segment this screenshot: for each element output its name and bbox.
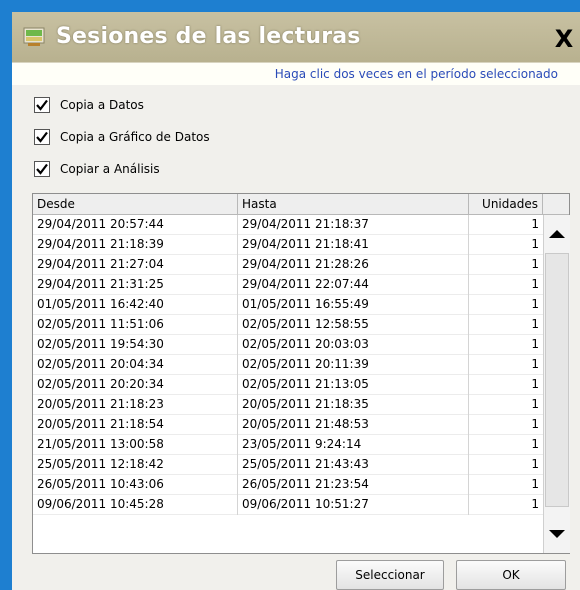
cell-desde: 29/04/2011 20:57:44 bbox=[33, 215, 238, 235]
hint-text: Haga clic dos veces en el período selecc… bbox=[274, 67, 558, 81]
option-label: Copia a Datos bbox=[60, 98, 144, 112]
column-header-desde[interactable]: Desde bbox=[33, 194, 238, 214]
scroll-up-button[interactable] bbox=[544, 221, 570, 247]
option-label: Copiar a Análisis bbox=[60, 162, 160, 176]
cell-desde: 02/05/2011 19:54:30 bbox=[33, 335, 238, 355]
cell-unidades: 1 bbox=[531, 477, 539, 491]
cell-unidades: 1 bbox=[531, 237, 539, 251]
table-row[interactable]: 29/04/2011 20:57:44 29/04/2011 21:18:37 1 bbox=[33, 215, 543, 235]
cell-hasta: 29/04/2011 21:18:37 bbox=[238, 215, 469, 235]
cell-hasta: 02/05/2011 12:58:55 bbox=[238, 315, 469, 335]
table-row[interactable]: 02/05/2011 19:54:30 02/05/2011 20:03:03 1 bbox=[33, 335, 543, 355]
column-header-hasta[interactable]: Hasta bbox=[238, 194, 469, 214]
table-body: 29/04/2011 20:57:44 29/04/2011 21:18:37 1 2… bbox=[33, 215, 543, 515]
table-header: Desde Hasta Unidades bbox=[33, 194, 569, 215]
cell-unidades: 1 bbox=[531, 357, 539, 371]
close-button[interactable]: X bbox=[550, 26, 578, 52]
cell-unidades: 1 bbox=[531, 297, 539, 311]
cell-desde: 21/05/2011 13:00:58 bbox=[33, 435, 238, 455]
option-copy-analysis[interactable]: Copiar a Análisis bbox=[34, 159, 160, 179]
table-row[interactable]: 21/05/2011 13:00:58 23/05/2011 9:24:14 1 bbox=[33, 435, 543, 455]
cell-desde: 02/05/2011 20:04:34 bbox=[33, 355, 238, 375]
cell-hasta: 29/04/2011 21:18:41 bbox=[238, 235, 469, 255]
checkbox-copy-chart[interactable] bbox=[34, 129, 50, 145]
cell-hasta: 25/05/2011 21:43:43 bbox=[238, 455, 469, 475]
vertical-scrollbar[interactable] bbox=[543, 215, 570, 553]
cell-unidades: 1 bbox=[531, 317, 539, 331]
table-row[interactable]: 02/05/2011 20:20:34 02/05/2011 21:13:05 1 bbox=[33, 375, 543, 395]
cell-hasta: 09/06/2011 10:51:27 bbox=[238, 495, 469, 515]
table-row[interactable]: 01/05/2011 16:42:40 01/05/2011 16:55:49 1 bbox=[33, 295, 543, 315]
scroll-down-button[interactable] bbox=[544, 521, 570, 547]
sessions-table[interactable]: Desde Hasta Unidades 29/04/2011 20:57:44… bbox=[32, 193, 570, 554]
checkbox-copy-data[interactable] bbox=[34, 97, 50, 113]
hint-bar: Haga clic dos veces en el período selecc… bbox=[12, 62, 580, 85]
cell-hasta: 02/05/2011 21:13:05 bbox=[238, 375, 469, 395]
cell-hasta: 29/04/2011 21:28:26 bbox=[238, 255, 469, 275]
checkmark-icon bbox=[36, 99, 48, 111]
cell-desde: 20/05/2011 21:18:54 bbox=[33, 415, 238, 435]
scroll-thumb[interactable] bbox=[545, 253, 569, 507]
title-bar[interactable]: Sesiones de las lecturas X bbox=[12, 12, 580, 62]
cell-hasta: 20/05/2011 21:18:35 bbox=[238, 395, 469, 415]
cell-unidades: 1 bbox=[531, 417, 539, 431]
cell-hasta: 26/05/2011 21:23:54 bbox=[238, 475, 469, 495]
window-title: Sesiones de las lecturas bbox=[56, 24, 361, 49]
cell-desde: 20/05/2011 21:18:23 bbox=[33, 395, 238, 415]
cell-hasta: 23/05/2011 9:24:14 bbox=[238, 435, 469, 455]
table-row[interactable]: 09/06/2011 10:45:28 09/06/2011 10:51:27 1 bbox=[33, 495, 543, 515]
option-label: Copia a Gráfico de Datos bbox=[60, 130, 210, 144]
cell-desde: 09/06/2011 10:45:28 bbox=[33, 495, 238, 515]
table-row[interactable]: 20/05/2011 21:18:54 20/05/2011 21:48:53 1 bbox=[33, 415, 543, 435]
cell-desde: 29/04/2011 21:31:25 bbox=[33, 275, 238, 295]
dialog-window: Sesiones de las lecturas X Haga clic dos… bbox=[12, 12, 580, 590]
cell-unidades: 1 bbox=[531, 397, 539, 411]
cell-desde: 01/05/2011 16:42:40 bbox=[33, 295, 238, 315]
arrow-up-icon bbox=[549, 230, 565, 238]
cell-unidades: 1 bbox=[531, 377, 539, 391]
cell-desde: 02/05/2011 11:51:06 bbox=[33, 315, 238, 335]
cell-desde: 26/05/2011 10:43:06 bbox=[33, 475, 238, 495]
cell-hasta: 01/05/2011 16:55:49 bbox=[238, 295, 469, 315]
cell-desde: 02/05/2011 20:20:34 bbox=[33, 375, 238, 395]
cell-desde: 25/05/2011 12:18:42 bbox=[33, 455, 238, 475]
table-row[interactable]: 02/05/2011 20:04:34 02/05/2011 20:11:39 1 bbox=[33, 355, 543, 375]
table-row[interactable]: 29/04/2011 21:31:25 29/04/2011 22:07:44 1 bbox=[33, 275, 543, 295]
table-row[interactable]: 29/04/2011 21:27:04 29/04/2011 21:28:26 1 bbox=[33, 255, 543, 275]
table-row[interactable]: 25/05/2011 12:18:42 25/05/2011 21:43:43 1 bbox=[33, 455, 543, 475]
cell-hasta: 02/05/2011 20:11:39 bbox=[238, 355, 469, 375]
cell-hasta: 02/05/2011 20:03:03 bbox=[238, 335, 469, 355]
cell-hasta: 29/04/2011 22:07:44 bbox=[238, 275, 469, 295]
arrow-down-icon bbox=[549, 530, 565, 538]
table-row[interactable]: 20/05/2011 21:18:23 20/05/2011 21:18:35 1 bbox=[33, 395, 543, 415]
cell-unidades: 1 bbox=[531, 277, 539, 291]
cell-unidades: 1 bbox=[531, 257, 539, 271]
ok-button[interactable]: OK bbox=[456, 560, 566, 590]
checkmark-icon bbox=[36, 163, 48, 175]
select-button[interactable]: Seleccionar bbox=[336, 560, 444, 590]
cell-unidades: 1 bbox=[531, 437, 539, 451]
table-row[interactable]: 26/05/2011 10:43:06 26/05/2011 21:23:54 1 bbox=[33, 475, 543, 495]
cell-desde: 29/04/2011 21:27:04 bbox=[33, 255, 238, 275]
cell-desde: 29/04/2011 21:18:39 bbox=[33, 235, 238, 255]
option-copy-chart[interactable]: Copia a Gráfico de Datos bbox=[34, 127, 210, 147]
cell-unidades: 1 bbox=[531, 457, 539, 471]
cell-unidades: 1 bbox=[531, 337, 539, 351]
checkmark-icon bbox=[36, 131, 48, 143]
app-icon bbox=[23, 27, 45, 46]
option-copy-data[interactable]: Copia a Datos bbox=[34, 95, 144, 115]
table-row[interactable]: 29/04/2011 21:18:39 29/04/2011 21:18:41 1 bbox=[33, 235, 543, 255]
cell-unidades: 1 bbox=[531, 497, 539, 511]
table-row[interactable]: 02/05/2011 11:51:06 02/05/2011 12:58:55 1 bbox=[33, 315, 543, 335]
column-header-unidades[interactable]: Unidades bbox=[469, 194, 543, 214]
checkbox-copy-analysis[interactable] bbox=[34, 161, 50, 177]
cell-unidades: 1 bbox=[531, 217, 539, 231]
cell-hasta: 20/05/2011 21:48:53 bbox=[238, 415, 469, 435]
